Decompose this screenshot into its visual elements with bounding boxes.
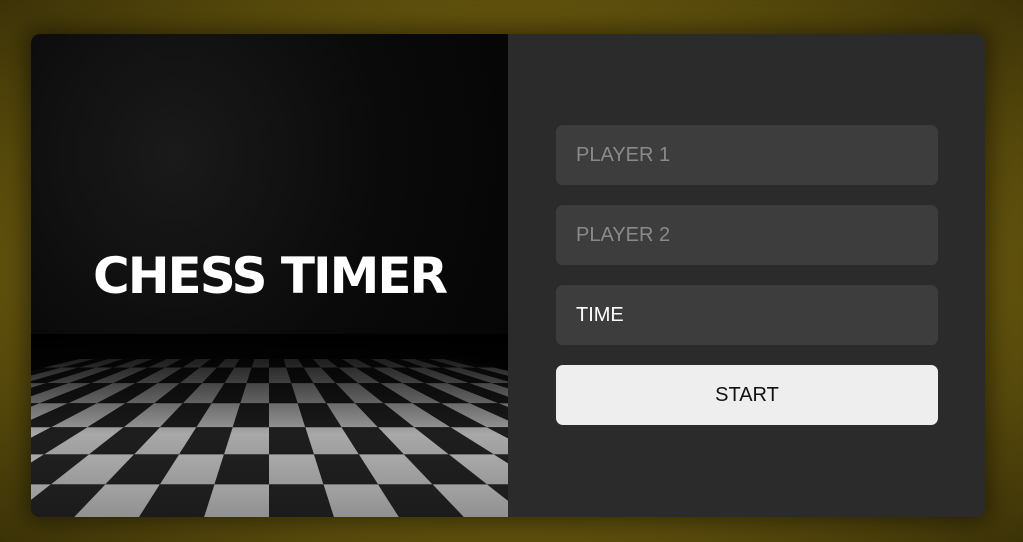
time-input[interactable] <box>556 285 938 345</box>
chess-timer-card: CHESS TIMER START <box>31 34 985 517</box>
app-title: CHESS TIMER <box>93 247 448 305</box>
setup-form: START <box>556 125 938 425</box>
player1-input[interactable] <box>556 125 938 185</box>
player2-input[interactable] <box>556 205 938 265</box>
hero-image-panel: CHESS TIMER <box>31 34 508 517</box>
start-button[interactable]: START <box>556 365 938 425</box>
setup-panel: START <box>508 34 985 517</box>
